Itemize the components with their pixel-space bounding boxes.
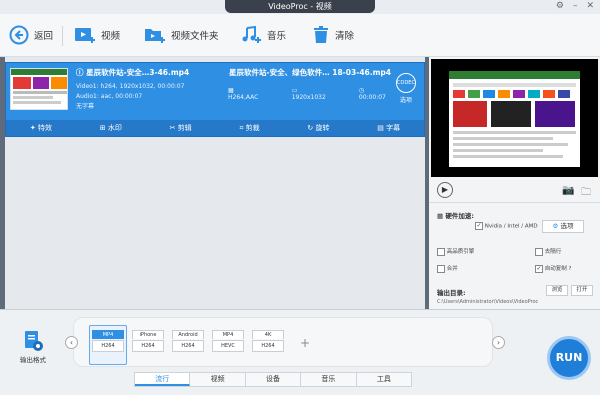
back-button[interactable]: 返回 bbox=[9, 23, 53, 47]
crop-button[interactable]: ⌗ 剪裁 bbox=[239, 123, 259, 133]
output-format-icon bbox=[25, 331, 43, 351]
format-mp4-hevc[interactable]: MP4 HEVC bbox=[212, 330, 244, 364]
output-dir-label: 输出目录: bbox=[437, 289, 466, 297]
effects-button[interactable]: ✦ 特效 bbox=[30, 123, 52, 133]
format-mp4-h264[interactable]: MP4 H264 bbox=[92, 330, 124, 364]
add-music-label: 音乐 bbox=[267, 31, 287, 42]
format-android-h264[interactable]: Android H264 bbox=[172, 330, 204, 364]
high-quality-checkbox[interactable]: 高品质引擎 bbox=[437, 247, 474, 256]
output-filename: 星辰软件站-安全、绿色软件… 18-03-46.mp4 bbox=[229, 68, 392, 77]
main-toolbar: 返回 视频 视频文件夹 音乐 清除 bbox=[0, 14, 600, 57]
trash-icon bbox=[314, 26, 328, 43]
chevron-right-icon[interactable]: › bbox=[492, 336, 505, 349]
deinterlace-checkbox[interactable]: 去隔行 bbox=[535, 247, 561, 256]
folder-icon[interactable]: 🗀 bbox=[581, 185, 591, 202]
output-resolution: ▭ 1920x1032 bbox=[291, 87, 326, 101]
open-button[interactable]: 打开 bbox=[571, 285, 593, 296]
subtitle-button[interactable]: ▤ 字幕 bbox=[377, 123, 400, 133]
source-filename: 星辰软件站-安全…3-46.mp4 bbox=[86, 68, 190, 77]
snapshot-icon[interactable]: 📷 bbox=[562, 185, 574, 196]
add-folder-button[interactable]: 视频文件夹 bbox=[144, 23, 219, 47]
codec-icon: CODEC bbox=[396, 73, 416, 93]
clear-button[interactable]: 清除 bbox=[312, 23, 354, 47]
rotate-button[interactable]: ↻ 旋转 bbox=[307, 123, 329, 133]
format-carousel: ‹ MP4 H264 iPhone H264 Android H264 MP4 HEVC… bbox=[65, 317, 505, 367]
codec-option-button[interactable]: CODEC 选项 bbox=[392, 73, 420, 104]
format-bar: 输出格式 ‹ MP4 H264 iPhone H264 Android H264 MP… bbox=[0, 309, 600, 395]
title-bar: VideoProc - 视频 ⚙ – ✕ bbox=[0, 0, 600, 14]
add-format-icon[interactable]: + bbox=[300, 336, 310, 350]
tab-video[interactable]: 视频 bbox=[190, 373, 246, 386]
run-button[interactable]: RUN bbox=[547, 336, 591, 380]
source-audio-info: Audio1: aac, 00:00:07 bbox=[76, 93, 143, 100]
hw-accel-title: ▦ 硬件加速: bbox=[437, 212, 475, 220]
codec-option-label: 选项 bbox=[399, 97, 412, 104]
format-tabs: 流行 视频 设备 音乐 工具 bbox=[134, 372, 412, 387]
hw-options-button[interactable]: ⚙ 选项 bbox=[542, 220, 584, 233]
checkbox-checked: ✓ bbox=[475, 222, 483, 230]
video-item[interactable]: ⓘ 星辰软件站-安全…3-46.mp4 Video1: h264, 1920x1… bbox=[5, 62, 425, 137]
output-duration: ◷ 00:00:07 bbox=[358, 87, 386, 101]
watermark-button[interactable]: ⊞ 水印 bbox=[100, 123, 122, 133]
video-thumbnail bbox=[10, 68, 68, 110]
tab-device[interactable]: 设备 bbox=[246, 373, 302, 386]
chevron-left-icon[interactable]: ‹ bbox=[65, 336, 78, 349]
clear-label: 清除 bbox=[335, 31, 355, 42]
help-icon[interactable]: ? bbox=[569, 266, 572, 272]
film-icon: ▦ bbox=[228, 87, 234, 94]
minimize-icon[interactable]: – bbox=[573, 1, 578, 11]
tab-music[interactable]: 音乐 bbox=[301, 373, 357, 386]
resolution-icon: ▭ bbox=[291, 87, 298, 94]
merge-checkbox[interactable]: 合并 bbox=[437, 264, 458, 273]
add-music-button[interactable]: 音乐 bbox=[240, 23, 286, 47]
info-icon[interactable]: ⓘ bbox=[76, 68, 86, 77]
music-icon bbox=[242, 25, 261, 43]
add-video-button[interactable]: 视频 bbox=[74, 23, 120, 47]
close-icon[interactable]: ✕ bbox=[586, 1, 594, 11]
video-folder-icon bbox=[145, 29, 165, 43]
back-label: 返回 bbox=[34, 31, 54, 42]
edit-toolbar: ✦ 特效 ⊞ 水印 ✂ 剪辑 ⌗ 剪裁 ↻ 旋转 ▤ 字幕 bbox=[6, 120, 424, 136]
cut-button[interactable]: ✂ 剪辑 bbox=[170, 123, 192, 133]
browse-button[interactable]: 浏览 bbox=[546, 285, 568, 296]
output-format-label: 输出格式 bbox=[20, 356, 46, 364]
output-codec: ▦ H264,AAC bbox=[228, 87, 259, 101]
play-button[interactable]: ▶ bbox=[437, 182, 453, 198]
subtitle-info: 无字幕 bbox=[76, 103, 95, 110]
add-video-label: 视频 bbox=[101, 31, 121, 42]
output-format-button[interactable]: 输出格式 bbox=[12, 330, 54, 364]
hw-accel-checkbox[interactable]: ✓ Nvidia / Intel / AMD bbox=[475, 222, 538, 230]
source-video-info: Video1: h264, 1920x1032, 00:00:07 bbox=[76, 83, 185, 90]
video-preview bbox=[431, 59, 598, 177]
settings-icon[interactable]: ⚙ bbox=[556, 1, 564, 11]
tab-popular[interactable]: 流行 bbox=[135, 373, 191, 386]
preview-panel: ▶ 📷 🗀 bbox=[429, 57, 600, 202]
toolbar-divider bbox=[62, 26, 63, 46]
output-path: C:\Users\Administrator\Videos\VideoProc bbox=[437, 299, 539, 305]
tab-toolbox[interactable]: 工具 bbox=[357, 373, 411, 386]
add-video-icon bbox=[75, 28, 95, 43]
format-iphone-h264[interactable]: iPhone H264 bbox=[132, 330, 164, 364]
format-4k-h264[interactable]: 4K H264 bbox=[252, 330, 284, 364]
back-arrow-icon bbox=[9, 25, 29, 45]
video-list: ⓘ 星辰软件站-安全…3-46.mp4 Video1: h264, 1920x1… bbox=[5, 57, 425, 309]
add-folder-label: 视频文件夹 bbox=[171, 31, 219, 42]
settings-panel: ▦ 硬件加速: ✓ Nvidia / Intel / AMD ⚙ 选项 高品质引… bbox=[429, 202, 600, 309]
window-title: VideoProc - 视频 bbox=[225, 0, 375, 13]
auto-copy-checkbox[interactable]: ✓ 自动复制 ? bbox=[535, 264, 571, 273]
clock-icon: ◷ bbox=[358, 87, 365, 94]
